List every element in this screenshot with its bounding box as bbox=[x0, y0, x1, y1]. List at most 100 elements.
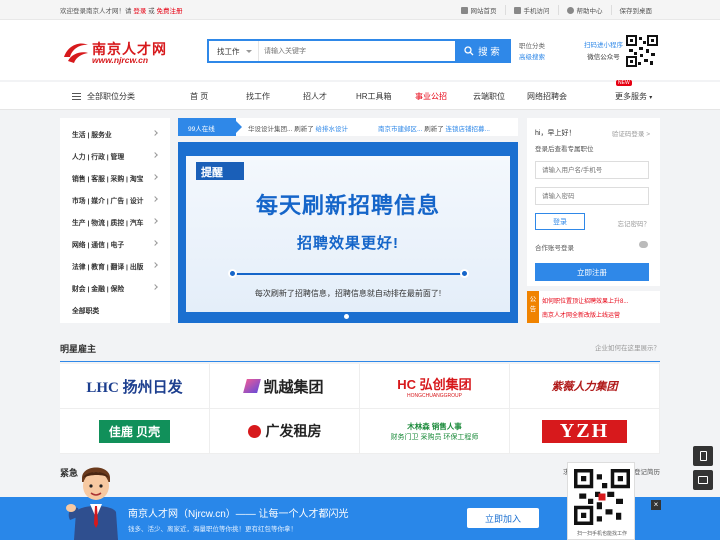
top-link-home[interactable]: 网站首页 bbox=[453, 5, 505, 15]
chevron-down-icon bbox=[246, 50, 252, 53]
nav-find-job[interactable]: 找工作 bbox=[246, 91, 270, 102]
category-item[interactable]: 法律 | 教育 | 翻译 | 出版 bbox=[72, 261, 143, 271]
welcome-prefix: 欢迎登录南京人才网！请 bbox=[60, 8, 132, 15]
join-now-button[interactable]: 立即加入 bbox=[467, 508, 539, 528]
ticker-item[interactable]: 南京市建邺区... 刷新了 连锁店铺招募... bbox=[378, 123, 490, 133]
promo-title: 南京人才网（Njrcw.cn）—— 让每一个人才都闪光 bbox=[128, 509, 349, 520]
employer-logo[interactable]: 木林森 销售人事 财务门卫 采购员 环保工程师 bbox=[360, 409, 510, 454]
mobile-float-button[interactable] bbox=[693, 446, 713, 466]
employers-showcase-link[interactable]: 企业如何在这里展示？ bbox=[595, 342, 660, 352]
close-icon[interactable]: × bbox=[651, 500, 661, 510]
password-input[interactable] bbox=[535, 187, 649, 205]
code-login-link[interactable]: 验证码登录 > bbox=[612, 128, 650, 138]
employer-logo[interactable]: HC 弘创集团 HONGCHUANGGROUP bbox=[360, 364, 510, 409]
chevron-right-icon bbox=[152, 130, 158, 136]
chevron-right-icon bbox=[152, 284, 158, 290]
online-count: 99人在线 bbox=[178, 118, 242, 136]
help-icon bbox=[566, 6, 574, 14]
site-logo[interactable]: 南京人才网 www.njrcw.cn bbox=[62, 38, 166, 66]
register-button[interactable]: 立即注册 bbox=[535, 263, 649, 281]
nav-find-talent[interactable]: 招人才 bbox=[303, 91, 327, 102]
employer-logo[interactable]: 广发租房 bbox=[210, 409, 360, 454]
search-input[interactable] bbox=[264, 43, 454, 59]
register-link[interactable]: 免费注册 bbox=[156, 8, 182, 15]
section-divider bbox=[60, 361, 660, 362]
search-bar: 找工作 搜 索 bbox=[207, 39, 511, 63]
nav-more-services[interactable]: 更多服务 ▾ bbox=[615, 91, 652, 102]
banner-dot-right bbox=[460, 269, 469, 278]
ticker-item[interactable]: 华设设计集团... 刷新了 给排水设计 bbox=[248, 123, 348, 133]
chevron-right-icon bbox=[152, 262, 158, 268]
activity-ticker: 99人在线 华设设计集团... 刷新了 给排水设计 南京市建邺区... 刷新了 … bbox=[178, 118, 518, 136]
search-button[interactable]: 搜 索 bbox=[455, 41, 509, 61]
login-button[interactable]: 登录 bbox=[535, 213, 585, 230]
category-item[interactable]: 生活 | 服务业 bbox=[72, 129, 112, 139]
guangfa-logo-icon bbox=[247, 424, 261, 438]
banner-tag: 提醒 bbox=[196, 162, 244, 180]
category-item[interactable]: 生产 | 物流 | 质控 | 汽车 bbox=[72, 217, 143, 227]
wechat-icon[interactable] bbox=[639, 241, 648, 248]
phone-icon bbox=[699, 451, 707, 461]
chevron-down-icon: ▾ bbox=[649, 95, 653, 101]
employer-logo[interactable]: 凯越集团 bbox=[210, 364, 360, 409]
nav-job-fair[interactable]: 网络招聘会 bbox=[527, 91, 567, 102]
main-nav: 全部职位分类 首 页 找工作 招人才 HR工具箱 事业公招 云端职位 网络招聘会… bbox=[0, 82, 720, 110]
category-all[interactable]: 全部职类 bbox=[72, 305, 99, 315]
login-link[interactable]: 登录 bbox=[133, 8, 146, 15]
chat-icon bbox=[698, 476, 708, 484]
feedback-float-button[interactable] bbox=[693, 470, 713, 490]
chevron-right-icon bbox=[152, 196, 158, 202]
app-qr-popup: 扫一扫手机也能找工作 bbox=[567, 462, 635, 540]
employer-logo[interactable]: 佳鹿 贝壳 bbox=[60, 409, 210, 454]
hero-banner[interactable]: 提醒 每天刷新招聘信息 招聘效果更好! 每次刷新了招聘信息，招聘信息就自动排在最… bbox=[178, 142, 518, 323]
top-link-mobile[interactable]: 手机访问 bbox=[504, 5, 558, 15]
announcement-item[interactable]: 如何职位置顶让招聘效果上升8... bbox=[542, 296, 658, 305]
qr-caption: 扫一扫手机也能找工作 bbox=[576, 531, 627, 537]
mascot-illustration bbox=[66, 460, 128, 540]
greeting-text: hi，早上好！ bbox=[535, 130, 576, 137]
advanced-search-link[interactable]: 高级搜索 bbox=[519, 52, 545, 63]
or-text: 或 bbox=[148, 8, 155, 15]
register-resume-link[interactable]: 登记简历 bbox=[634, 466, 660, 476]
carousel-dot[interactable] bbox=[344, 314, 349, 319]
banner-footer: 每次刷新了招聘信息，招聘信息就自动排在最前面了! bbox=[254, 289, 442, 298]
miniprogram-label[interactable]: 扫码进小程序 bbox=[584, 40, 623, 52]
chevron-right-icon bbox=[152, 240, 158, 246]
top-link-help[interactable]: 帮助中心 bbox=[557, 5, 611, 15]
employer-logo[interactable]: LHC 扬州日发 bbox=[60, 364, 210, 409]
chevron-right-icon bbox=[152, 218, 158, 224]
category-item[interactable]: 销售 | 客服 | 采购 | 淘宝 bbox=[72, 173, 143, 183]
nav-home[interactable]: 首 页 bbox=[190, 91, 208, 102]
username-input[interactable] bbox=[535, 161, 649, 179]
announcement-box: 公告 如何职位置顶让招聘效果上升8... 南京人才网全新改版上线运营 bbox=[527, 291, 660, 323]
employer-logo[interactable]: 紫薇人力集团 bbox=[510, 364, 660, 409]
forgot-password-link[interactable]: 忘记密码？ bbox=[618, 218, 651, 228]
nav-hr-tools[interactable]: HR工具箱 bbox=[356, 91, 392, 102]
nav-public-recruit[interactable]: 事业公招 bbox=[415, 91, 447, 102]
banner-dot-left bbox=[228, 269, 237, 278]
banner-subline: 招聘效果更好! bbox=[297, 235, 399, 252]
menu-icon bbox=[72, 93, 81, 100]
job-category-link[interactable]: 职位分类 bbox=[519, 41, 545, 52]
welcome-text: 欢迎登录南京人才网！请 登录 或 免费注册 bbox=[60, 5, 182, 15]
new-badge: NEW bbox=[616, 80, 632, 86]
category-item[interactable]: 人力 | 行政 | 管理 bbox=[72, 151, 124, 161]
partner-login-label: 合作账号登录 bbox=[535, 245, 574, 252]
nav-cloud-jobs[interactable]: 云端职位 bbox=[473, 91, 505, 102]
phone-icon bbox=[513, 6, 521, 14]
category-item[interactable]: 财会 | 金融 | 保险 bbox=[72, 283, 124, 293]
miniprogram-block: 扫码进小程序 微信公众号 bbox=[584, 40, 623, 64]
top-links: 网站首页 手机访问 帮助中心 保存到桌面 bbox=[453, 5, 661, 15]
employer-logo[interactable]: YZH bbox=[510, 409, 660, 454]
announcement-item[interactable]: 南京人才网全新改版上线运营 bbox=[542, 310, 658, 319]
promo-subtitle: 钱多、活少、离家近，海量职位等你挑！更有红包等你拿！ bbox=[128, 526, 297, 533]
top-link-desktop[interactable]: 保存到桌面 bbox=[610, 5, 661, 15]
wechat-label: 微信公众号 bbox=[587, 54, 620, 61]
category-item[interactable]: 网络 | 通信 | 电子 bbox=[72, 239, 124, 249]
search-type-select[interactable]: 找工作 bbox=[209, 41, 259, 61]
all-categories-menu[interactable]: 全部职位分类 bbox=[72, 91, 135, 102]
kaiyue-logo-icon bbox=[243, 379, 262, 393]
home-icon bbox=[460, 6, 468, 14]
mascot-icon bbox=[66, 467, 118, 540]
category-item[interactable]: 市场 | 媒介 | 广告 | 设计 bbox=[72, 195, 143, 205]
